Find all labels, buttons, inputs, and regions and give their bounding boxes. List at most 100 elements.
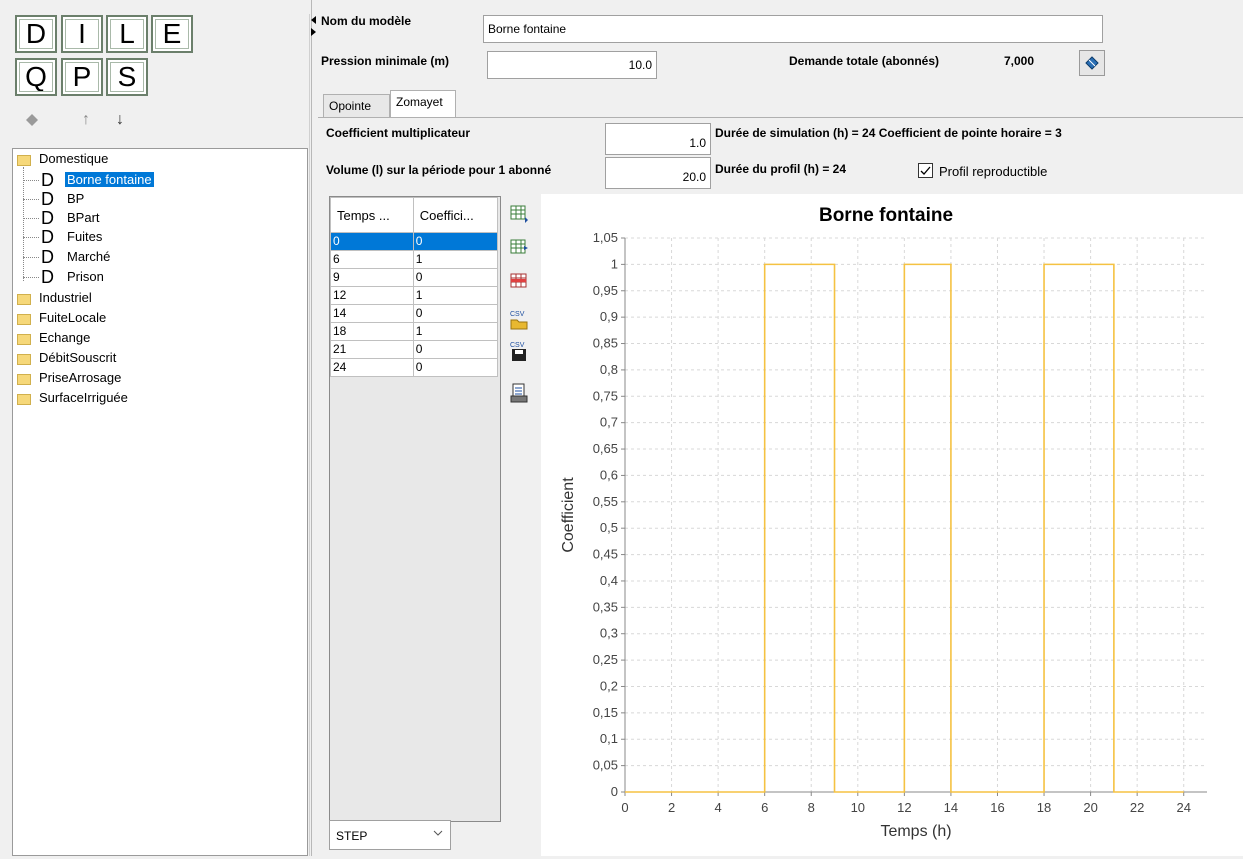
table-row[interactable]: 61: [331, 251, 498, 269]
tool-button-s[interactable]: S: [106, 58, 148, 96]
export-csv-button[interactable]: CSV: [505, 336, 533, 366]
d-icon: D: [41, 269, 54, 285]
y-tick-label: 0,2: [600, 678, 618, 693]
tree-group-fuitelocale[interactable]: FuiteLocale: [39, 310, 106, 325]
tree-group-prisearrosage[interactable]: PriseArrosage: [39, 370, 121, 385]
tool-button-e[interactable]: E: [151, 15, 193, 53]
model-tree[interactable]: Domestique D Borne fontaine D BP D BPart…: [12, 148, 308, 856]
tool-button-p[interactable]: P: [61, 58, 103, 96]
table-row[interactable]: 00: [331, 233, 498, 251]
compute-button[interactable]: [1079, 50, 1105, 76]
tree-connector: [23, 199, 39, 200]
tree-item-prison[interactable]: Prison: [67, 269, 104, 284]
x-tick-label: 2: [668, 800, 675, 815]
tree-item-fuites[interactable]: Fuites: [67, 229, 102, 244]
tag-icon[interactable]: [24, 112, 40, 133]
cell-coef[interactable]: 0: [413, 305, 497, 323]
tree-connector: [23, 237, 39, 238]
cell-coef[interactable]: 1: [413, 251, 497, 269]
tree-group-debitsouscrit[interactable]: DébitSouscrit: [39, 350, 116, 365]
profile-table[interactable]: Temps ... Coeffici... 00 61 90 121 140 1…: [330, 197, 498, 377]
cell-time[interactable]: 14: [331, 305, 414, 323]
print-button[interactable]: [505, 378, 533, 408]
tree-item-bpart[interactable]: BPart: [67, 210, 100, 225]
y-tick-label: 0: [611, 784, 618, 799]
x-tick-label: 14: [944, 800, 958, 815]
x-tick-label: 6: [761, 800, 768, 815]
tree-connector: [23, 277, 39, 278]
table-row[interactable]: 140: [331, 305, 498, 323]
model-name-label: Nom du modèle: [321, 14, 411, 28]
y-tick-label: 0,35: [593, 599, 618, 614]
chart-panel: Borne fontaine00,050,10,150,20,250,30,35…: [541, 194, 1243, 856]
pressure-input[interactable]: [487, 51, 657, 79]
tree-group-surfaceirriguee[interactable]: SurfaceIrriguée: [39, 390, 128, 405]
y-tick-label: 0,6: [600, 467, 618, 482]
folder-icon: [17, 155, 31, 166]
y-tick-label: 0,75: [593, 388, 618, 403]
cell-time[interactable]: 24: [331, 359, 414, 377]
import-csv-button[interactable]: CSV: [505, 305, 533, 335]
insert-row-button[interactable]: [505, 234, 533, 260]
add-row-button[interactable]: [505, 200, 533, 226]
table-row[interactable]: 121: [331, 287, 498, 305]
volume-input[interactable]: [605, 157, 711, 189]
cell-time[interactable]: 9: [331, 269, 414, 287]
y-tick-label: 0,15: [593, 705, 618, 720]
coef-label: Coefficient multiplicateur: [326, 126, 470, 140]
x-tick-label: 24: [1176, 800, 1190, 815]
x-axis-label: Temps (h): [880, 823, 951, 840]
model-name-input[interactable]: [483, 15, 1103, 43]
svg-text:CSV: CSV: [510, 311, 525, 318]
d-icon: D: [41, 210, 54, 226]
tree-item-marche[interactable]: Marché: [67, 249, 110, 264]
x-tick-label: 18: [1037, 800, 1051, 815]
cell-coef[interactable]: 0: [413, 341, 497, 359]
y-tick-label: 0,1: [600, 731, 618, 746]
tree-item-borne-fontaine[interactable]: Borne fontaine: [65, 172, 154, 187]
cell-time[interactable]: 12: [331, 287, 414, 305]
x-tick-label: 10: [851, 800, 865, 815]
pressure-label: Pression minimale (m): [321, 54, 449, 68]
table-row[interactable]: 240: [331, 359, 498, 377]
tab-zomayet[interactable]: Zomayet: [390, 90, 456, 118]
d-icon: D: [41, 172, 54, 188]
tool-button-d[interactable]: D: [15, 15, 57, 53]
table-row[interactable]: 210: [331, 341, 498, 359]
cell-time[interactable]: 21: [331, 341, 414, 359]
repro-label: Profil reproductible: [939, 164, 1047, 179]
x-tick-label: 20: [1083, 800, 1097, 815]
tree-group-echange[interactable]: Echange: [39, 330, 90, 345]
x-tick-label: 8: [808, 800, 815, 815]
tool-button-l[interactable]: L: [106, 15, 148, 53]
y-tick-label: 0,65: [593, 441, 618, 456]
cell-coef[interactable]: 1: [413, 287, 497, 305]
tool-button-i[interactable]: I: [61, 15, 103, 53]
table-row[interactable]: 90: [331, 269, 498, 287]
repro-checkbox[interactable]: [918, 163, 933, 178]
cell-time[interactable]: 6: [331, 251, 414, 269]
sim-info: Durée de simulation (h) = 24 Coefficient…: [715, 126, 1062, 140]
delete-row-button[interactable]: [505, 268, 533, 294]
folder-icon: [17, 394, 31, 405]
tree-group-domestique[interactable]: Domestique: [39, 151, 108, 166]
tool-button-q[interactable]: Q: [15, 58, 57, 96]
cell-time[interactable]: 18: [331, 323, 414, 341]
tree-group-industriel[interactable]: Industriel: [39, 290, 92, 305]
move-down-icon[interactable]: ↓: [116, 111, 124, 129]
cell-coef[interactable]: 1: [413, 323, 497, 341]
col-header-coef[interactable]: Coeffici...: [413, 198, 497, 233]
col-header-time[interactable]: Temps ...: [331, 198, 414, 233]
cell-coef[interactable]: 0: [413, 233, 497, 251]
profile-table-area: Temps ... Coeffici... 00 61 90 121 140 1…: [329, 196, 501, 822]
cell-time[interactable]: 0: [331, 233, 414, 251]
splitter[interactable]: [309, 14, 318, 856]
tab-opointe[interactable]: Opointe: [323, 94, 390, 118]
cell-coef[interactable]: 0: [413, 269, 497, 287]
interpolation-select[interactable]: STEP: [329, 820, 451, 850]
coef-input[interactable]: [605, 123, 711, 155]
cell-coef[interactable]: 0: [413, 359, 497, 377]
table-row[interactable]: 181: [331, 323, 498, 341]
tree-item-bp[interactable]: BP: [67, 191, 84, 206]
move-up-icon[interactable]: ↑: [82, 111, 90, 129]
